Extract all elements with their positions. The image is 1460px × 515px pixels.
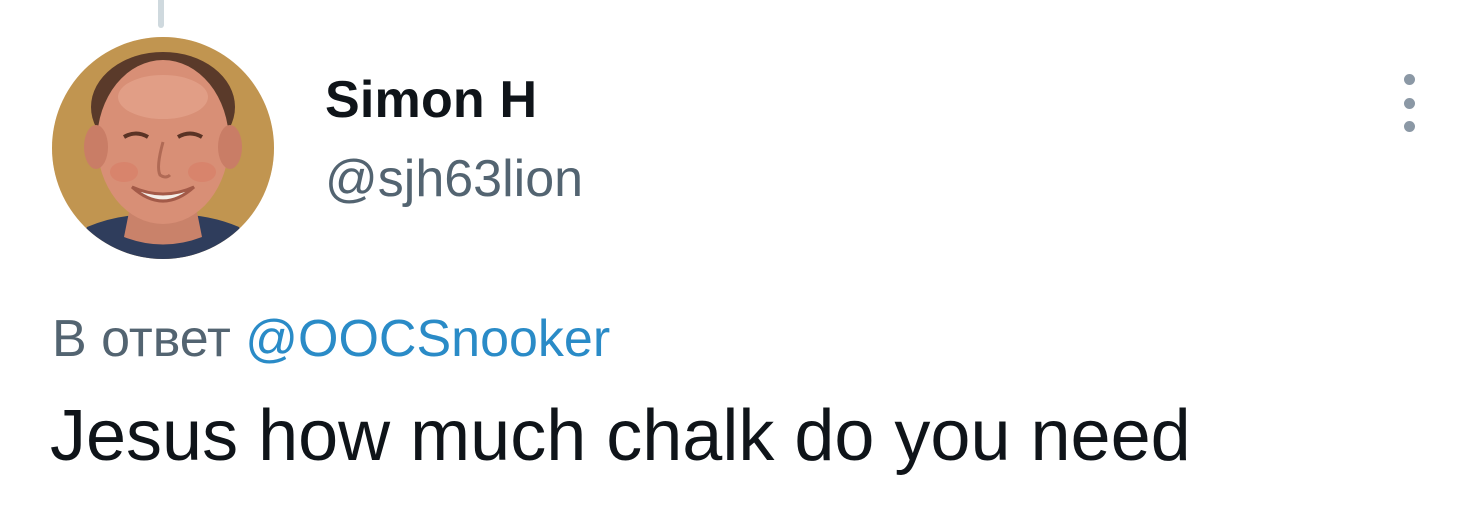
reply-mention-link[interactable]: @OOCSnooker xyxy=(245,310,610,368)
more-vertical-icon xyxy=(1403,74,1415,85)
avatar[interactable] xyxy=(52,37,274,259)
reply-prefix: В ответ xyxy=(52,310,231,368)
thread-connector-line xyxy=(158,0,164,28)
avatar-image xyxy=(52,37,274,259)
more-vertical-icon-dot xyxy=(1403,121,1415,132)
more-vertical-icon-dot xyxy=(1403,97,1415,109)
author-display-name[interactable]: Simon H xyxy=(325,74,537,126)
author-handle[interactable]: @sjh63lion xyxy=(325,153,583,205)
tweet-text: Jesus how much chalk do you need xyxy=(50,396,1191,476)
reply-context: В ответ @OOCSnooker xyxy=(52,313,610,365)
more-options-button[interactable] xyxy=(1394,74,1424,132)
